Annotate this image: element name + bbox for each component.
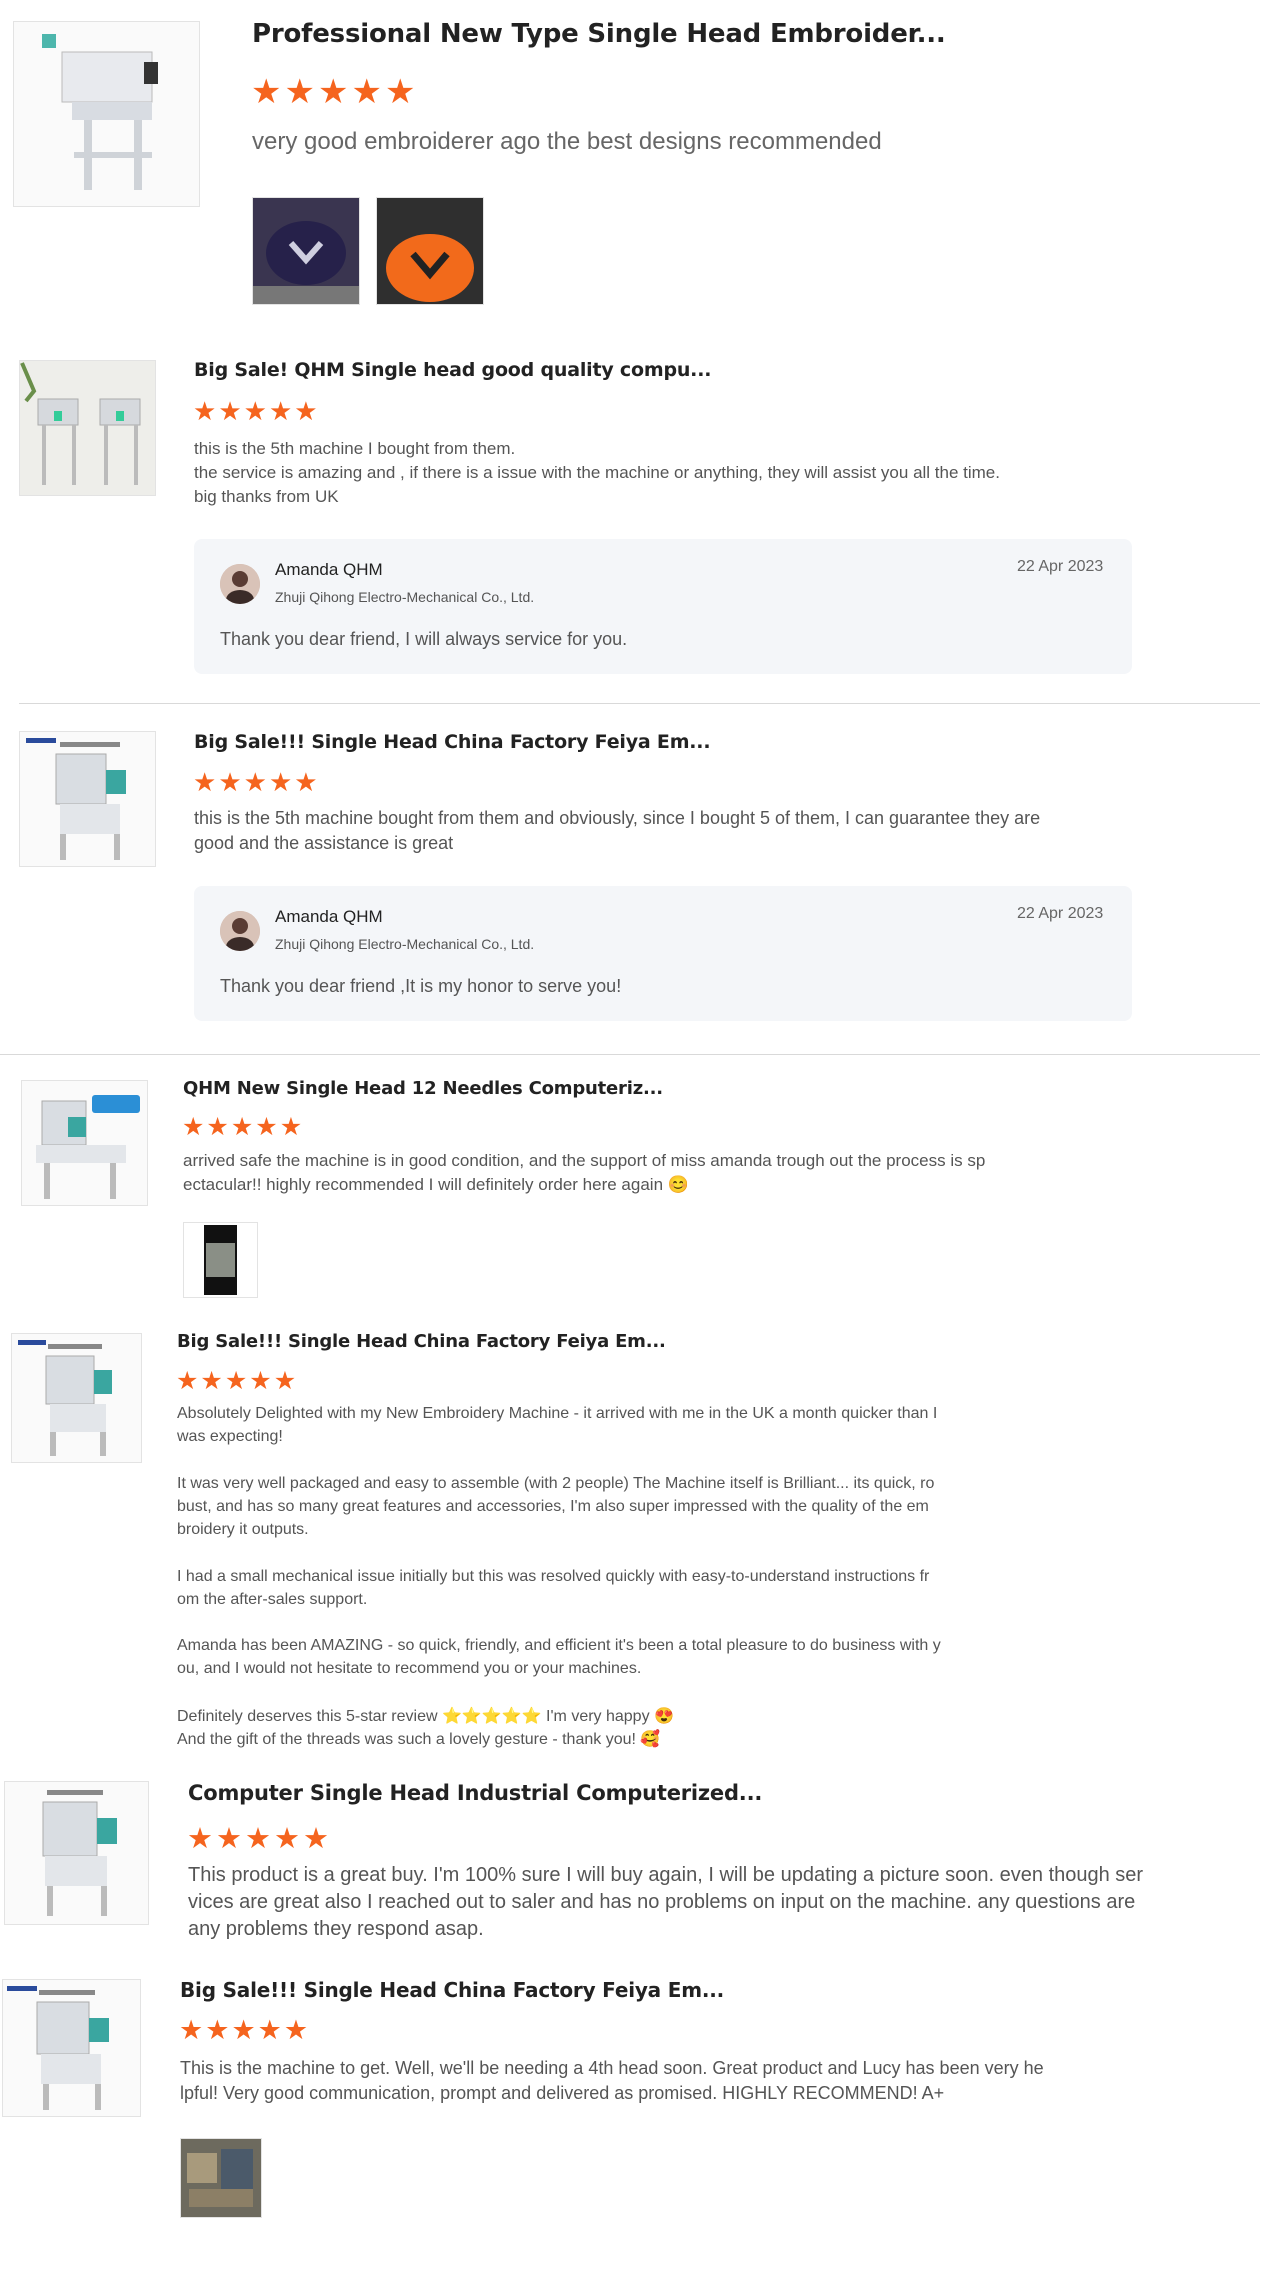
star-icon: ★ bbox=[268, 397, 295, 427]
rating-stars: ★★★★★ bbox=[193, 397, 320, 427]
star-icon: ★ bbox=[268, 768, 295, 798]
product-thumbnail[interactable] bbox=[19, 360, 156, 496]
star-icon: ★ bbox=[224, 1366, 250, 1395]
review-product-title[interactable]: Computer Single Head Industrial Computer… bbox=[188, 1781, 762, 1805]
review-product-title[interactable]: Big Sale!!! Single Head China Factory Fe… bbox=[180, 1978, 724, 2002]
star-icon: ★ bbox=[283, 2015, 311, 2046]
star-icon: ★ bbox=[249, 1366, 274, 1395]
review-text-line: was expecting! bbox=[177, 1428, 283, 1445]
review-text-line: this is the 5th machine I bought from th… bbox=[194, 439, 516, 458]
review-photo[interactable] bbox=[252, 197, 360, 305]
star-icon: ★ bbox=[205, 2015, 232, 2046]
star-icon: ★ bbox=[284, 72, 318, 112]
star-icon: ★ bbox=[274, 1821, 303, 1855]
product-thumbnail[interactable] bbox=[4, 1781, 149, 1925]
rating-stars: ★★★★★ bbox=[182, 1112, 304, 1141]
review-photo[interactable] bbox=[376, 197, 484, 305]
reply-company-name: Zhuji Qihong Electro-Mechanical Co., Ltd… bbox=[275, 936, 535, 952]
product-thumbnail[interactable] bbox=[11, 1333, 142, 1463]
avatar bbox=[220, 564, 260, 604]
review-product-title[interactable]: Professional New Type Single Head Embroi… bbox=[252, 19, 946, 49]
star-icon: ★ bbox=[176, 1366, 201, 1395]
star-icon: ★ bbox=[230, 1112, 256, 1141]
review-divider bbox=[19, 703, 1260, 704]
reply-date: 22 Apr 2023 bbox=[1017, 558, 1104, 575]
review-text-line: And the gift of the threads was such a l… bbox=[177, 1731, 661, 1748]
review-text-line: big thanks from UK bbox=[194, 487, 339, 506]
review-divider bbox=[0, 1054, 1260, 1055]
star-icon: ★ bbox=[243, 397, 269, 427]
review-product-title[interactable]: QHM New Single Head 12 Needles Computeri… bbox=[183, 1078, 663, 1099]
reply-date: 22 Apr 2023 bbox=[1017, 905, 1104, 922]
review-text-line: I had a small mechanical issue initially… bbox=[177, 1568, 930, 1585]
review-text-line: Amanda has been AMAZING - so quick, frie… bbox=[177, 1637, 941, 1654]
reply-company-name: Zhuji Qihong Electro-Mechanical Co., Ltd… bbox=[275, 589, 535, 605]
review-text-line: the service is amazing and , if there is… bbox=[194, 463, 1000, 482]
star-icon: ★ bbox=[257, 2015, 284, 2046]
rating-stars: ★★★★★ bbox=[193, 768, 320, 798]
product-thumbnail[interactable] bbox=[21, 1080, 148, 1206]
star-icon: ★ bbox=[245, 1821, 274, 1855]
product-thumbnail[interactable] bbox=[19, 731, 156, 867]
review-text-line: ou, and I would not hesitate to recommen… bbox=[177, 1660, 642, 1677]
reply-author-name: Amanda QHM bbox=[275, 560, 383, 579]
star-icon: ★ bbox=[206, 1112, 231, 1141]
rating-stars: ★★★★★ bbox=[179, 2015, 310, 2046]
review-text-line: any problems they respond asap. bbox=[188, 1918, 484, 1940]
star-icon: ★ bbox=[294, 768, 320, 798]
star-icon: ★ bbox=[193, 397, 219, 427]
rating-stars: ★★★★★ bbox=[187, 1821, 332, 1855]
star-icon: ★ bbox=[294, 397, 320, 427]
star-icon: ★ bbox=[231, 2015, 258, 2046]
reply-text: Thank you dear friend, I will always ser… bbox=[220, 629, 628, 649]
star-icon: ★ bbox=[218, 768, 244, 798]
star-icon: ★ bbox=[273, 1366, 299, 1395]
reply-author-name: Amanda QHM bbox=[275, 907, 383, 926]
review-text-line: bust, and has so many great features and… bbox=[177, 1498, 929, 1515]
star-icon: ★ bbox=[218, 397, 244, 427]
star-icon: ★ bbox=[279, 1112, 305, 1141]
star-icon: ★ bbox=[251, 72, 285, 112]
review-text-line: ectacular!! highly recommended I will de… bbox=[183, 1175, 689, 1194]
review-product-title[interactable]: Big Sale!!! Single Head China Factory Fe… bbox=[177, 1331, 666, 1352]
product-thumbnail[interactable] bbox=[2, 1979, 141, 2117]
star-icon: ★ bbox=[351, 72, 385, 112]
star-icon: ★ bbox=[200, 1366, 225, 1395]
review-text-line: arrived safe the machine is in good cond… bbox=[183, 1151, 986, 1170]
review-photo[interactable] bbox=[180, 2138, 262, 2218]
star-icon: ★ bbox=[303, 1821, 332, 1855]
review-video-thumbnail[interactable] bbox=[183, 1222, 258, 1298]
review-text-line: It was very well packaged and easy to as… bbox=[177, 1475, 935, 1492]
review-text-line: lpful! Very good communication, prompt a… bbox=[180, 2083, 945, 2103]
star-icon: ★ bbox=[193, 768, 219, 798]
star-icon: ★ bbox=[317, 72, 352, 112]
star-icon: ★ bbox=[187, 1821, 216, 1855]
star-icon: ★ bbox=[179, 2015, 206, 2046]
seller-reply: Amanda QHM Zhuji Qihong Electro-Mechanic… bbox=[194, 886, 1132, 1021]
review-text-line: this is the 5th machine bought from them… bbox=[194, 808, 1041, 828]
rating-stars: ★★★★★ bbox=[251, 72, 418, 112]
review-text-line: This product is a great buy. I'm 100% su… bbox=[188, 1864, 1144, 1886]
review-product-title[interactable]: Big Sale!!! Single Head China Factory Fe… bbox=[194, 731, 711, 753]
review-text-line: This is the machine to get. Well, we'll … bbox=[180, 2058, 1044, 2078]
rating-stars: ★★★★★ bbox=[176, 1366, 298, 1395]
product-thumbnail[interactable] bbox=[13, 21, 200, 207]
seller-reply: Amanda QHM Zhuji Qihong Electro-Mechanic… bbox=[194, 539, 1132, 674]
avatar bbox=[220, 911, 260, 951]
review-text-line: Absolutely Delighted with my New Embroid… bbox=[177, 1405, 938, 1422]
review-text-line: vices are great also I reached out to sa… bbox=[188, 1891, 1136, 1913]
star-icon: ★ bbox=[216, 1821, 245, 1855]
review-text-line: broidery it outputs. bbox=[177, 1521, 309, 1538]
review-text-line: good and the assistance is great bbox=[194, 833, 454, 853]
review-text-line: Definitely deserves this 5-star review ⭐… bbox=[177, 1708, 674, 1725]
review-text-line: very good embroiderer ago the best desig… bbox=[252, 128, 882, 155]
star-icon: ★ bbox=[255, 1112, 280, 1141]
review-product-title[interactable]: Big Sale! QHM Single head good quality c… bbox=[194, 359, 711, 381]
star-icon: ★ bbox=[384, 72, 419, 112]
star-icon: ★ bbox=[182, 1112, 207, 1141]
review-text-line: om the after-sales support. bbox=[177, 1591, 368, 1608]
star-icon: ★ bbox=[243, 768, 269, 798]
reply-text: Thank you dear friend ,It is my honor to… bbox=[220, 976, 622, 996]
